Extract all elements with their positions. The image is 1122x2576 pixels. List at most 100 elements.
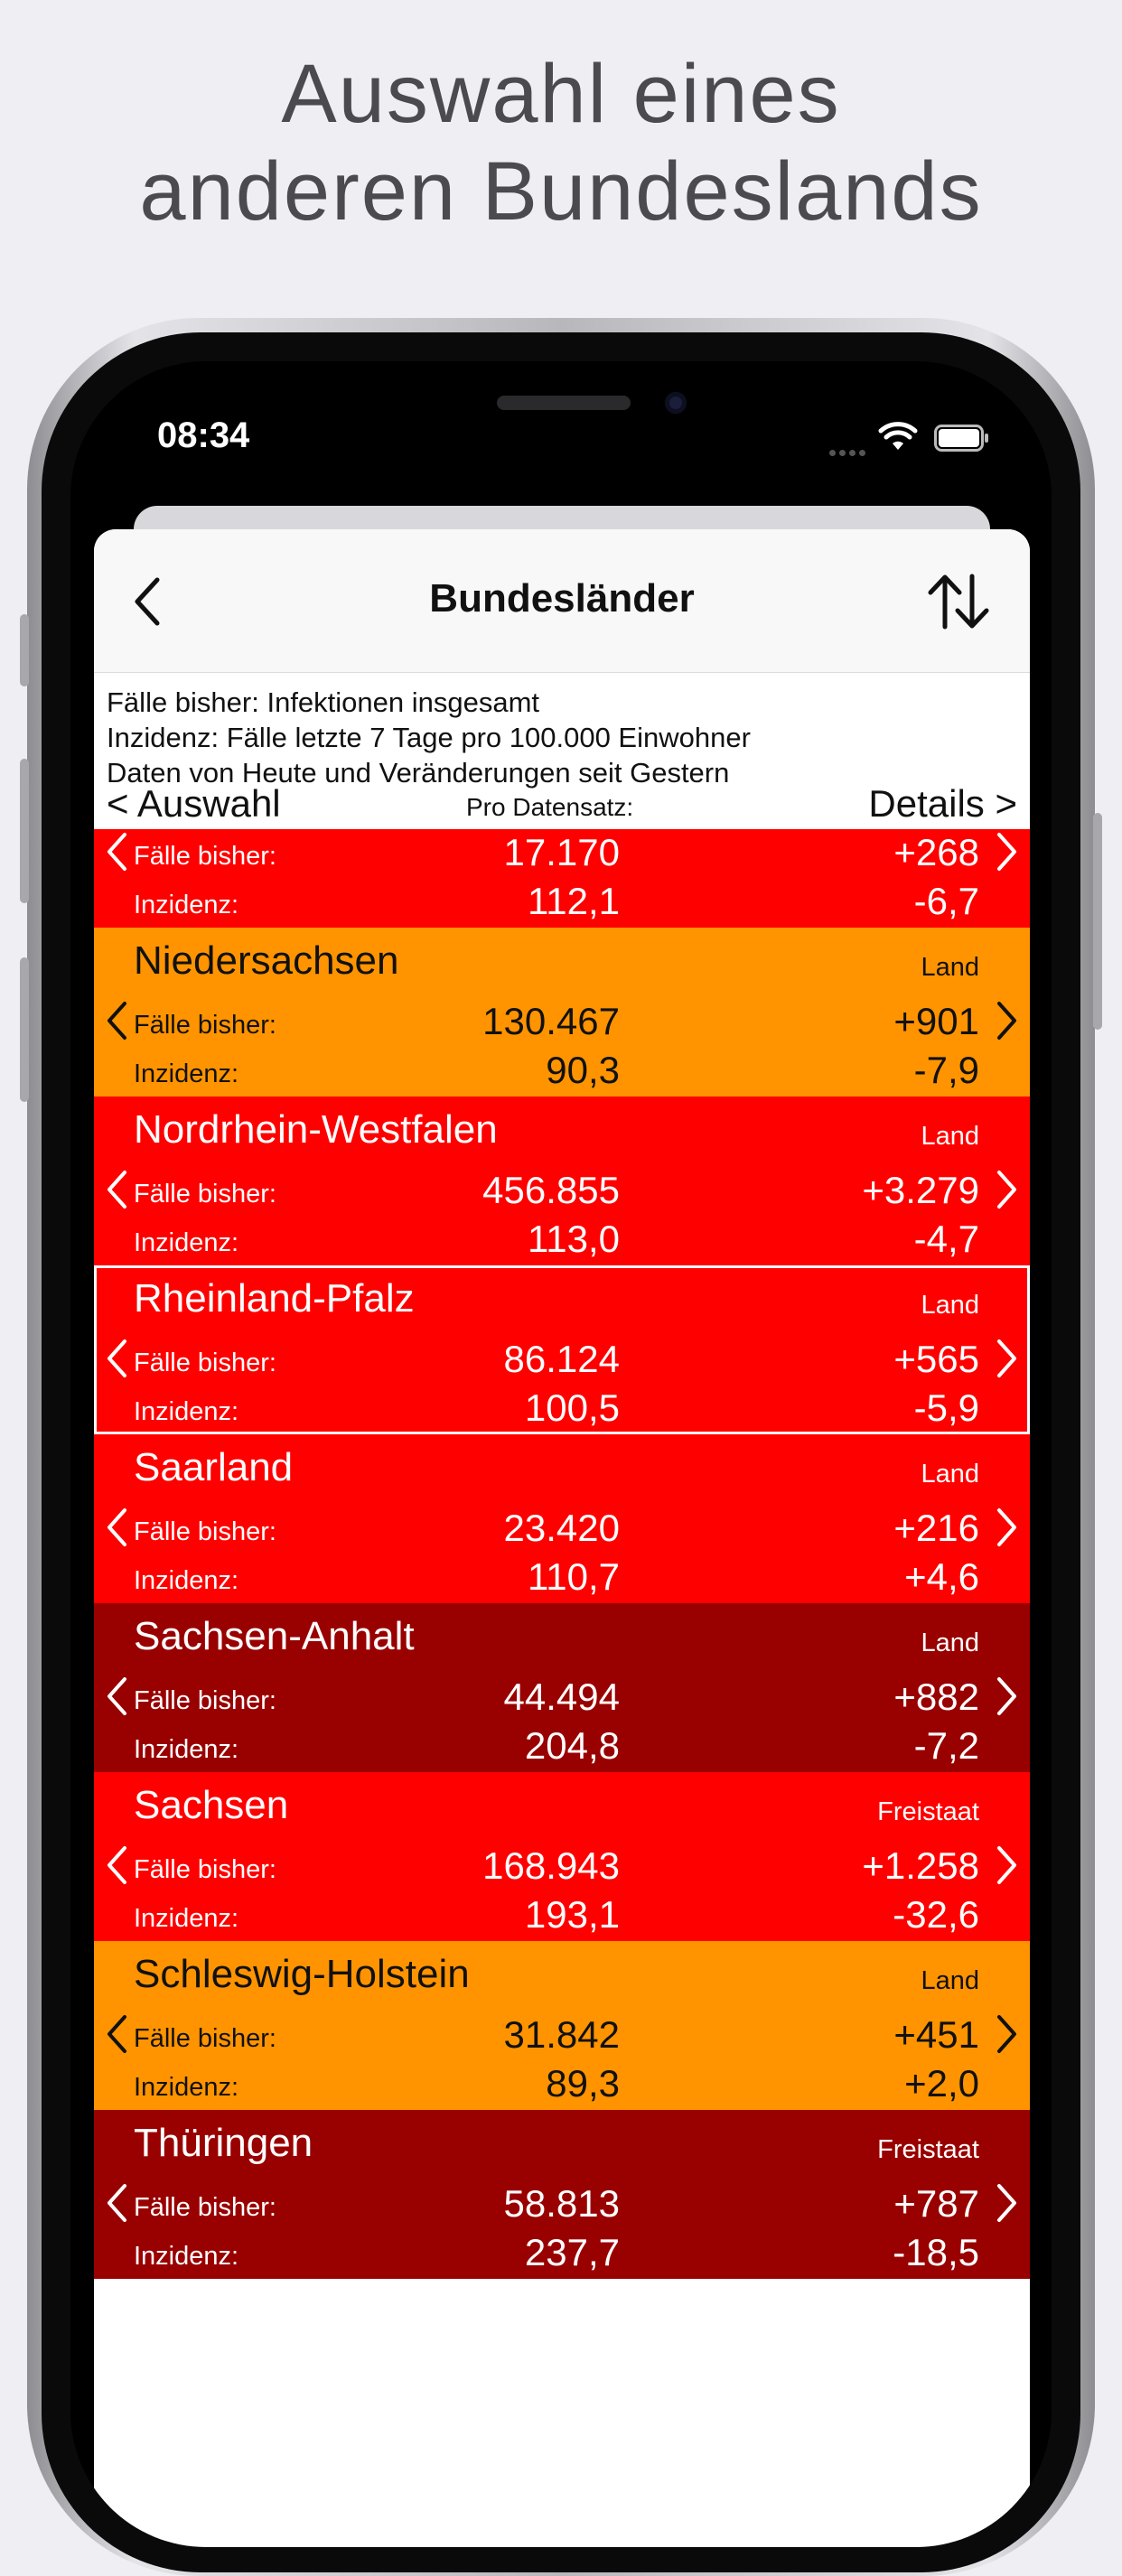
chevron-right-icon[interactable]: [996, 1338, 1019, 1379]
chevron-left-icon[interactable]: [105, 1507, 128, 1548]
cases-delta: +787: [893, 2182, 979, 2225]
chevron-left-icon[interactable]: [105, 1844, 128, 1886]
cases-delta: +268: [893, 831, 979, 873]
incidence-label: Inzidenz:: [134, 2073, 239, 2102]
state-row[interactable]: Nordrhein-Westfalen Land Fälle bisher: Inzi…: [94, 1097, 1030, 1265]
state-row[interactable]: Schleswig-Holstein Land Fälle bisher: Inzid…: [94, 1941, 1030, 2110]
state-name: Sachsen: [134, 1783, 289, 1827]
promo-line-2: anderen Bundeslands: [139, 145, 983, 238]
cases-label: Fälle bisher:: [134, 842, 276, 871]
phone-screen: 08:34 Bundesländer Fälle bisher: Infekti…: [70, 361, 1052, 2547]
cases-label: Fälle bisher:: [134, 1011, 276, 1040]
incidence-delta: +2,0: [904, 2062, 979, 2105]
incidence-delta: -7,2: [913, 1724, 979, 1767]
cases-delta: +1.258: [862, 1844, 979, 1887]
cases-label: Fälle bisher:: [134, 1686, 276, 1715]
cases-delta: +901: [893, 1000, 979, 1042]
state-type: Freistaat: [877, 2135, 979, 2164]
status-time: 08:34: [157, 415, 250, 455]
cases-label: Fälle bisher:: [134, 1349, 276, 1377]
incidence-value: 112,1: [528, 880, 620, 922]
state-row[interactable]: Sachsen-Anhalt Land Fälle bisher: Inzidenz:…: [94, 1603, 1030, 1772]
front-camera: [665, 392, 687, 414]
state-row[interactable]: Niedersachsen Land Fälle bisher: Inzidenz: 1…: [94, 928, 1030, 1097]
chevron-right-icon[interactable]: [996, 831, 1019, 873]
incidence-delta: -18,5: [893, 2231, 979, 2273]
state-type: Land: [921, 1460, 979, 1489]
incidence-label: Inzidenz:: [134, 1904, 239, 1933]
state-type: Land: [921, 953, 979, 982]
state-name: Niedersachsen: [134, 938, 399, 983]
incidence-value: 100,5: [524, 1386, 620, 1429]
state-type: Land: [921, 1122, 979, 1151]
chevron-left-icon[interactable]: [105, 2013, 128, 2055]
state-list: Mecklenburg-VorpommernLandFälle bisher:I…: [94, 829, 1030, 2314]
chevron-left-icon[interactable]: [105, 1169, 128, 1210]
cases-delta: +216: [893, 1507, 979, 1549]
incidence-delta: +4,6: [904, 1555, 979, 1598]
incidence-delta: -32,6: [893, 1893, 979, 1936]
incidence-value: 204,8: [524, 1724, 620, 1767]
state-name: Saarland: [134, 1445, 294, 1489]
incidence-label: Inzidenz:: [134, 1566, 239, 1595]
cases-value: 31.842: [503, 2013, 620, 2056]
state-type: Land: [921, 1966, 979, 1995]
auswahl-button[interactable]: < Auswahl: [107, 782, 281, 826]
cases-delta: +451: [893, 2013, 979, 2056]
state-name: Nordrhein-Westfalen: [134, 1107, 498, 1152]
state-name: Rheinland-Pfalz: [134, 1276, 415, 1321]
incidence-label: Inzidenz:: [134, 1059, 239, 1088]
promo-headline: Auswahl eines anderen Bundeslands: [0, 45, 1122, 240]
promo-line-1: Auswahl eines: [281, 48, 841, 140]
chevron-right-icon[interactable]: [996, 1507, 1019, 1548]
volume-down-button: [20, 957, 29, 1102]
sort-arrows-icon[interactable]: [925, 573, 992, 630]
incidence-value: 193,1: [524, 1893, 620, 1936]
chevron-left-icon[interactable]: [105, 1000, 128, 1041]
state-row[interactable]: Rheinland-Pfalz Land Fälle bisher: Inzidenz…: [94, 1265, 1030, 1434]
cases-delta: +882: [893, 1675, 979, 1718]
incidence-delta: -6,7: [913, 880, 979, 922]
incidence-label: Inzidenz:: [134, 2242, 239, 2271]
incidence-delta: -5,9: [913, 1386, 979, 1429]
info-line-cases: Fälle bisher: Infektionen insgesamt: [107, 686, 540, 718]
cases-label: Fälle bisher:: [134, 1180, 276, 1209]
chevron-left-icon[interactable]: [105, 831, 128, 873]
incidence-value: 90,3: [546, 1049, 620, 1091]
cases-value: 44.494: [503, 1675, 620, 1718]
state-row[interactable]: Mecklenburg-VorpommernLandFälle bisher:I…: [94, 829, 1030, 928]
chevron-left-icon[interactable]: [105, 1675, 128, 1717]
wifi-icon: [878, 422, 918, 450]
chevron-right-icon[interactable]: [996, 1844, 1019, 1886]
details-button[interactable]: Details >: [868, 782, 1017, 826]
chevron-left-icon[interactable]: [105, 2182, 128, 2224]
info-legend: Fälle bisher: Infektionen insgesamt Inzi…: [107, 685, 751, 790]
chevron-right-icon[interactable]: [996, 1675, 1019, 1717]
cases-label: Fälle bisher:: [134, 1517, 276, 1546]
cases-delta: +565: [893, 1338, 979, 1380]
info-line-incidence: Inzidenz: Fälle letzte 7 Tage pro 100.00…: [107, 722, 751, 753]
state-row[interactable]: Sachsen Freistaat Fälle bisher: Inzidenz: 16…: [94, 1772, 1030, 1941]
modal-sheet: Bundesländer Fälle bisher: Infektionen i…: [94, 529, 1030, 2547]
incidence-delta: -4,7: [913, 1218, 979, 1260]
volume-up-button: [20, 759, 29, 903]
speaker-grille: [497, 396, 631, 410]
state-type: Land: [921, 1291, 979, 1320]
chevron-right-icon[interactable]: [996, 1000, 1019, 1041]
incidence-value: 110,7: [528, 1555, 620, 1598]
chevron-right-icon[interactable]: [996, 2013, 1019, 2055]
incidence-value: 237,7: [524, 2231, 620, 2273]
battery-icon: [934, 425, 988, 452]
cases-value: 17.170: [503, 831, 620, 873]
chevron-left-icon[interactable]: [105, 1338, 128, 1379]
state-row[interactable]: Saarland Land Fälle bisher: Inzidenz: 23.420…: [94, 1434, 1030, 1603]
incidence-label: Inzidenz:: [134, 891, 239, 919]
chevron-right-icon[interactable]: [996, 2182, 1019, 2224]
navigation-bar: Bundesländer: [94, 529, 1030, 673]
state-row[interactable]: Thüringen Freistaat Fälle bisher: Inzidenz:…: [94, 2110, 1030, 2279]
cases-value: 86.124: [503, 1338, 620, 1380]
chevron-right-icon[interactable]: [996, 1169, 1019, 1210]
cases-label: Fälle bisher:: [134, 1855, 276, 1884]
state-name: Thüringen: [134, 2121, 313, 2165]
cellular-signal-icon: [829, 444, 869, 461]
